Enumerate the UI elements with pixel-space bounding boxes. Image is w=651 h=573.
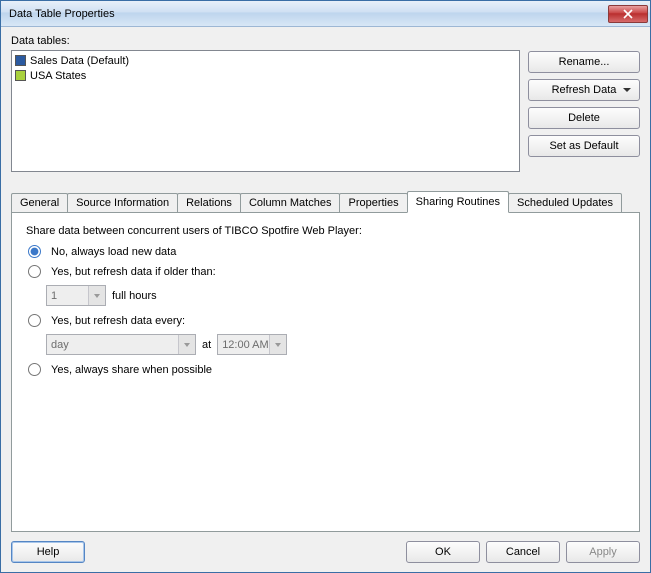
radio-refresh-older-than[interactable]: Yes, but refresh data if older than:	[28, 265, 627, 278]
rename-button[interactable]: Rename...	[528, 51, 640, 73]
side-buttons: Rename... Refresh Data Delete Set as Def…	[528, 50, 640, 172]
every-at-label: at	[202, 339, 211, 351]
tab-relations[interactable]: Relations	[177, 193, 241, 213]
hours-select[interactable]	[46, 285, 106, 306]
apply-button[interactable]: Apply	[566, 541, 640, 563]
radio-label: Yes, but refresh data if older than:	[51, 266, 216, 278]
tab-general[interactable]: General	[11, 193, 68, 213]
radio-label: Yes, always share when possible	[51, 364, 212, 376]
close-button[interactable]	[608, 5, 648, 23]
list-item[interactable]: Sales Data (Default)	[15, 53, 516, 68]
help-button[interactable]: Help	[11, 541, 85, 563]
every-time-select[interactable]	[217, 334, 287, 355]
dialog-footer: Help OK Cancel Apply	[1, 532, 650, 572]
tab-column-matches[interactable]: Column Matches	[240, 193, 341, 213]
refresh-every-controls: at	[46, 334, 627, 355]
radio-input[interactable]	[28, 245, 41, 258]
tabs-area: General Source Information Relations Col…	[11, 190, 640, 532]
panel-intro-text: Share data between concurrent users of T…	[26, 225, 627, 237]
hours-select-wrap	[46, 285, 106, 306]
radio-refresh-every[interactable]: Yes, but refresh data every:	[28, 314, 627, 327]
set-as-default-button[interactable]: Set as Default	[528, 135, 640, 157]
tab-panel-sharing-routines: Share data between concurrent users of T…	[11, 212, 640, 532]
radio-input[interactable]	[28, 314, 41, 327]
data-tables-label: Data tables:	[11, 35, 640, 47]
radio-label: Yes, but refresh data every:	[51, 315, 185, 327]
radio-no-always-load[interactable]: No, always load new data	[28, 245, 627, 258]
color-swatch-icon	[15, 55, 26, 66]
older-than-controls: full hours	[46, 285, 627, 306]
every-unit-select[interactable]	[46, 334, 196, 355]
tab-sharing-routines[interactable]: Sharing Routines	[407, 191, 509, 213]
dialog-content: Data tables: Sales Data (Default) USA St…	[1, 27, 650, 532]
delete-button[interactable]: Delete	[528, 107, 640, 129]
close-icon	[623, 9, 633, 19]
list-item[interactable]: USA States	[15, 68, 516, 83]
data-tables-row: Sales Data (Default) USA States Rename..…	[11, 50, 640, 172]
cancel-button[interactable]: Cancel	[486, 541, 560, 563]
hours-unit-label: full hours	[112, 290, 157, 302]
tab-scheduled-updates[interactable]: Scheduled Updates	[508, 193, 622, 213]
data-table-name: USA States	[30, 70, 86, 82]
dialog-window: Data Table Properties Data tables: Sales…	[0, 0, 651, 573]
refresh-data-button[interactable]: Refresh Data	[528, 79, 640, 101]
titlebar: Data Table Properties	[1, 1, 650, 27]
color-swatch-icon	[15, 70, 26, 81]
radio-input[interactable]	[28, 363, 41, 376]
radio-label: No, always load new data	[51, 246, 176, 258]
data-table-name: Sales Data (Default)	[30, 55, 129, 67]
radio-input[interactable]	[28, 265, 41, 278]
tab-properties[interactable]: Properties	[339, 193, 407, 213]
every-time-select-wrap	[217, 334, 287, 355]
chevron-down-icon	[623, 88, 631, 92]
ok-button[interactable]: OK	[406, 541, 480, 563]
tab-source-information[interactable]: Source Information	[67, 193, 178, 213]
window-title: Data Table Properties	[9, 8, 608, 20]
every-unit-select-wrap	[46, 334, 196, 355]
data-tables-list[interactable]: Sales Data (Default) USA States	[11, 50, 520, 172]
tabstrip: General Source Information Relations Col…	[11, 190, 640, 212]
radio-always-share[interactable]: Yes, always share when possible	[28, 363, 627, 376]
